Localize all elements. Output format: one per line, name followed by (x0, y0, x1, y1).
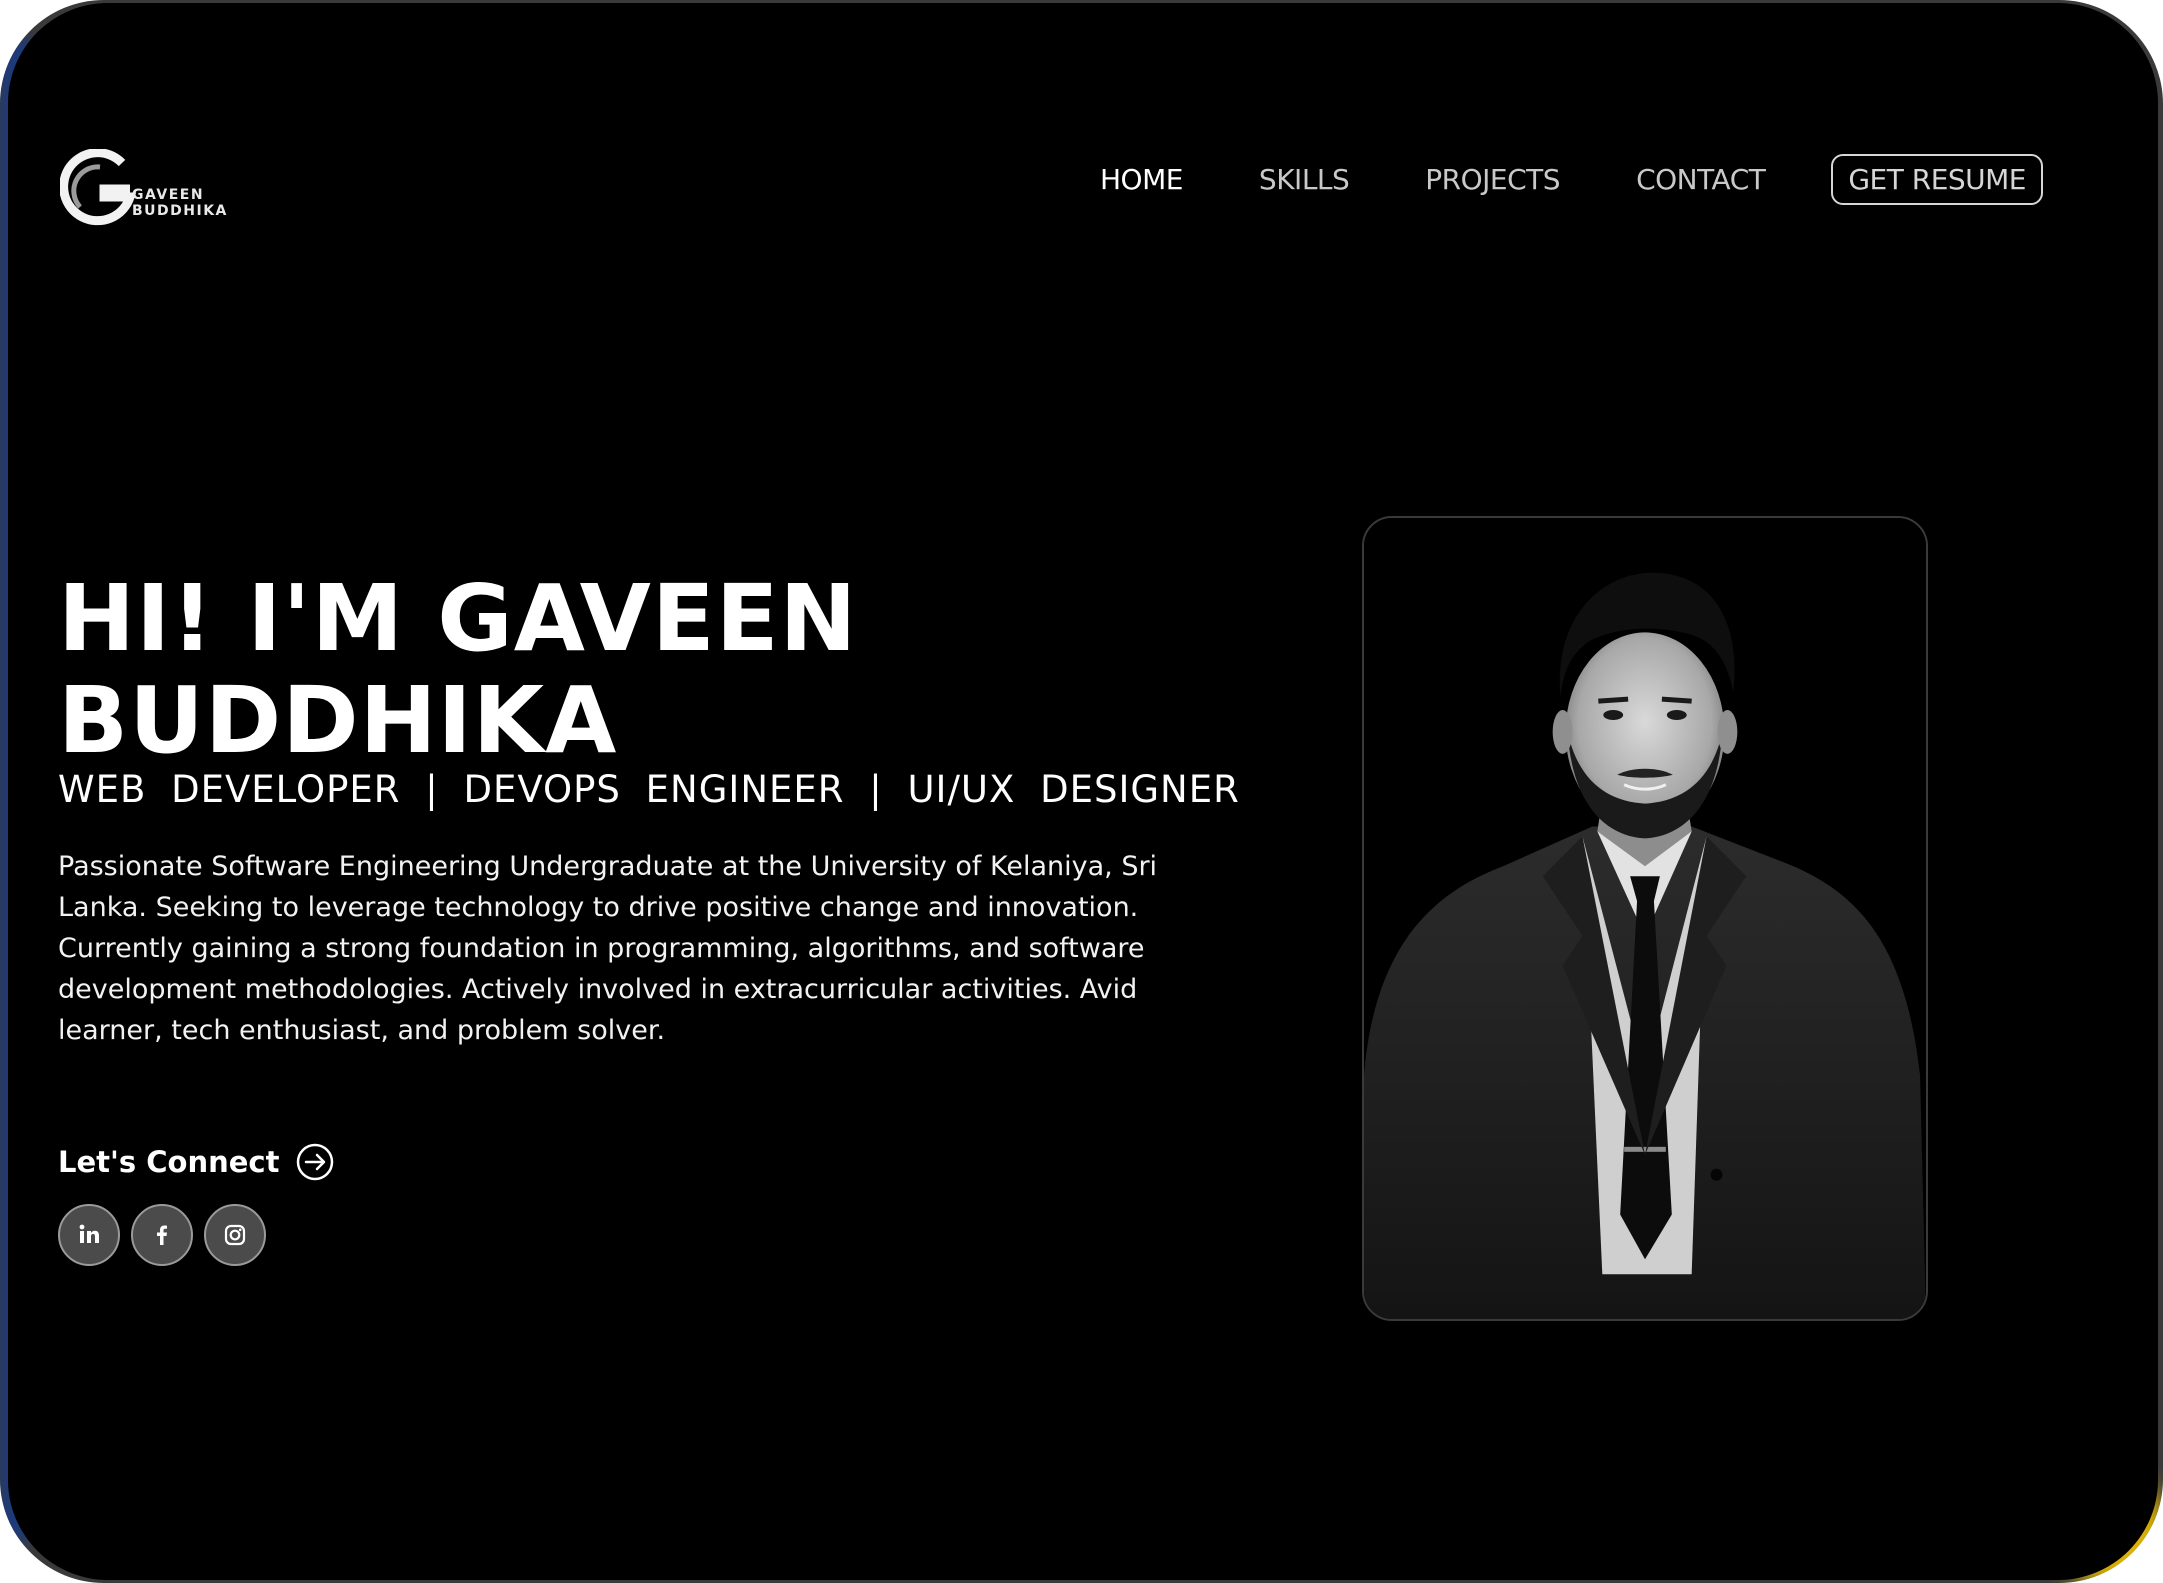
logo-line-1: GAVEEN (132, 187, 205, 203)
hero-description: Passionate Software Engineering Undergra… (58, 851, 1158, 1046)
instagram-button[interactable] (204, 1204, 266, 1266)
nav-contact[interactable]: CONTACT (1636, 163, 1766, 196)
lets-connect-link[interactable]: Let's Connect (58, 1143, 334, 1181)
site-logo[interactable]: GAVEEN BUDDHIKA (60, 149, 250, 229)
logo-text: GAVEEN BUDDHIKA (132, 187, 228, 219)
main-nav: HOME SKILLS PROJECTS CONTACT GET RESUME (1024, 153, 2043, 205)
linkedin-button[interactable] (58, 1204, 120, 1266)
device-frame: GAVEEN BUDDHIKA HOME SKILLS PROJECTS CON… (0, 0, 2163, 1583)
arrow-right-circle-icon (297, 1143, 334, 1181)
linkedin-icon (79, 1224, 99, 1243)
nav-skills[interactable]: SKILLS (1259, 163, 1350, 196)
get-resume-button[interactable]: GET RESUME (1831, 153, 2043, 205)
facebook-icon (157, 1225, 167, 1245)
page-screen: GAVEEN BUDDHIKA HOME SKILLS PROJECTS CON… (8, 3, 2158, 1580)
logo-g-icon (60, 149, 137, 226)
social-links (58, 1204, 277, 1266)
instagram-icon (224, 1224, 246, 1246)
profile-portrait-image (1364, 518, 1926, 1319)
hero-title: HI! I'M GAVEEN BUDDHIKA (58, 568, 858, 772)
logo-line-2: BUDDHIKA (132, 203, 228, 219)
profile-photo (1362, 516, 1928, 1321)
hero-title-line-1: HI! I'M GAVEEN (58, 565, 858, 672)
nav-home[interactable]: HOME (1100, 163, 1183, 196)
hero-subtitle: WEB DEVELOPER | DEVOPS ENGINEER | UI/UX … (58, 768, 1240, 811)
hero-title-line-2: BUDDHIKA (58, 667, 618, 774)
nav-projects[interactable]: PROJECTS (1425, 163, 1560, 196)
facebook-button[interactable] (131, 1204, 193, 1266)
lets-connect-label: Let's Connect (58, 1145, 280, 1179)
